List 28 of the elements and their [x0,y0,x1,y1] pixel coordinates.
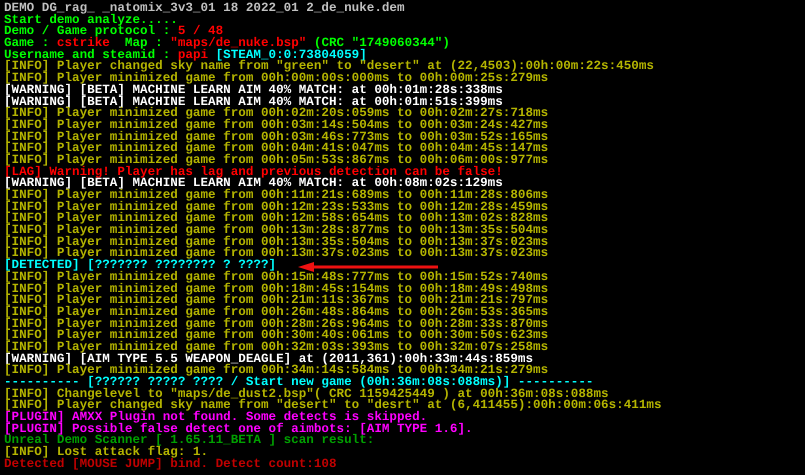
log-text: papi [178,50,208,62]
log-text: [INFO] Player minimized game from 00h:02m:20s:059ms to 00h:02m:27s:718ms [4,108,548,120]
log-text: [INFO] Player minimized game from 00h:05m:53s:867ms to 00h:06m:00s:977ms [4,154,548,167]
log-text: [INFO] Player minimized game from 00h:21m:11s:367ms to 00h:21m:21s:797ms [4,295,548,307]
log-text: [INFO] Player minimized game from 00h:30m:40s:061ms to 00h:30m:50s:623ms [4,330,548,342]
log-text: cstrike [56,38,110,50]
log-text: [DETECTED] [??????? ???????? ? ????] [4,260,276,272]
log-text: Detected [MOUSE JUMP] bind. Detect count:108 [4,458,337,470]
log-text: [INFO] Player minimized game from 00h:32m:03s:393ms to 00h:32m:07s:258ms [4,342,548,354]
log-text: [INFO] Player minimized game from 00h:04m:41s:047ms to 00h:04m:45s:147ms [4,143,548,155]
log-text: DEMO DG_rag_ _natomix_3v3_01 18 2022_01 2_de_nuke.dem [4,3,405,15]
log-text: (CRC "1749060344") [314,38,450,50]
log-text: [INFO] Player minimized game from 00h:11m:21s:689ms to 00h:11m:28s:806ms [4,190,548,202]
log-text: [INFO] Player minimized game from 00h:34m:14s:584ms to 00h:34m:21s:279ms [4,365,548,377]
log-text: Game : [4,38,50,50]
log-text: [INFO] Player minimized game from 00h:26m:48s:864ms to 00h:26m:53s:365ms [4,306,548,319]
log-text: ---------- [?????? ????? ???? / Start new game (00h:36m:08s:088ms)] ---------- [4,377,594,389]
log-text: [PLUGIN] Possible false detect one of aimbots: [AIM TYPE 1.6]. [4,424,473,436]
log-text: [INFO] Player minimized game from 00h:00m:00s:000ms to 00h:00m:25s:279ms [4,73,548,85]
log-text: [PLUGIN] AMXX Plugin not found. Some detects is skipped. [4,412,428,424]
log-text: [INFO] Lost attack flag: 1. [4,447,208,459]
log-text: "maps/de_nuke.bsp" [170,38,306,50]
log-text: [WARNING] [BETA] MACHINE LEARN AIM 40% MATCH: at 00h:01m:28s:338ms [4,84,503,96]
log-text: [INFO] Player minimized game from 00h:03m:14s:504ms to 00h:03m:24s:427ms [4,120,548,132]
log-text: [INFO] Player minimized game from 00h:13m:28s:877ms to 00h:13m:35s:504ms [4,225,548,237]
log-text: [INFO] Player minimized game from 00h:15m:48s:777ms to 00h:15m:52s:740ms [4,272,548,284]
log-text: Map : [124,38,164,50]
log-text: [WARNING] [BETA] MACHINE LEARN AIM 40% MATCH: at 00h:08m:02s:129ms [4,178,503,190]
